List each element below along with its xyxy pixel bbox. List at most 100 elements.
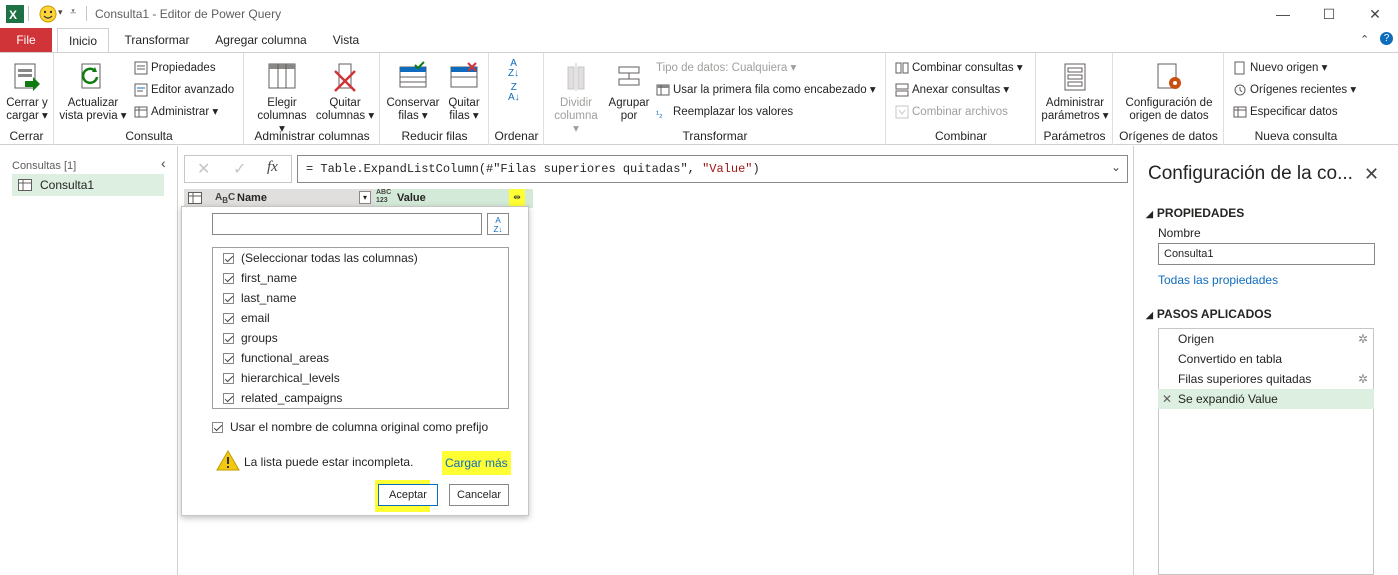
group-origenes: Configuración de origen de datos Orígene… — [1114, 53, 1224, 145]
column-option[interactable]: hierarchical_levels — [223, 368, 340, 388]
checkbox[interactable] — [212, 422, 223, 434]
step-convertido[interactable]: Convertido en tabla — [1158, 349, 1374, 369]
applied-steps-section[interactable]: ◢ PASOS APLICADOS — [1146, 307, 1272, 321]
table-icon — [656, 84, 670, 96]
table-icon — [18, 179, 32, 191]
column-option[interactable]: last_name — [223, 288, 296, 308]
remove-rows-button[interactable]: Quitar filas ▾ — [443, 61, 485, 123]
group-by-button[interactable]: Agrupar por — [605, 61, 653, 123]
help-icon[interactable]: ? — [1380, 32, 1393, 45]
enter-data-button[interactable]: Especificar datos — [1233, 103, 1338, 121]
choose-columns-button[interactable]: Elegir columnas ▾ — [253, 61, 311, 136]
checkbox[interactable] — [223, 273, 234, 285]
data-source-settings-button[interactable]: Configuración de origen de datos — [1120, 61, 1218, 123]
minimize-button[interactable]: — — [1260, 0, 1306, 28]
tab-vista[interactable]: Vista — [324, 28, 368, 52]
checkbox[interactable] — [223, 293, 234, 305]
customize-toolbar-icon[interactable]: ⩡ — [70, 6, 76, 19]
group-label: Transformar — [682, 129, 748, 143]
checkbox[interactable] — [223, 333, 234, 345]
cancel-formula-icon[interactable]: ✕ — [197, 159, 210, 179]
step-se-expandio[interactable]: ✕ Se expandió Value — [1158, 389, 1374, 409]
fx-icon[interactable]: fx — [267, 159, 278, 176]
remove-columns-button[interactable]: Quitar columnas ▾ — [315, 61, 375, 123]
maximize-button[interactable]: ☐ — [1306, 0, 1352, 28]
manage-button[interactable]: Administrar ▾ — [134, 103, 218, 121]
advanced-editor-button[interactable]: Editor avanzado — [134, 81, 234, 99]
checkbox[interactable] — [223, 253, 234, 265]
tab-transformar[interactable]: Transformar — [117, 28, 197, 52]
replace-values-button[interactable]: ¹₂ Reemplazar los valores — [656, 103, 793, 121]
use-prefix-option[interactable]: Usar el nombre de columna original como … — [212, 417, 488, 437]
expand-column-icon[interactable]: ⇹ — [509, 189, 525, 206]
column-option[interactable]: first_name — [223, 268, 297, 288]
ok-button[interactable]: Aceptar — [378, 484, 438, 506]
confirm-formula-icon[interactable]: ✓ — [233, 159, 246, 179]
properties-section[interactable]: ◢ PROPIEDADES — [1146, 206, 1244, 220]
manage-parameters-button[interactable]: Administrar parámetros ▾ — [1041, 61, 1109, 123]
split-column-button[interactable]: Dividir columna ▾ — [551, 61, 601, 136]
close-button[interactable]: ✕ — [1352, 0, 1398, 28]
title-bar: X ▾ ⩡ Consulta1 - Editor de Power Query … — [0, 0, 1398, 28]
refresh-preview-button[interactable]: Actualizar vista previa ▾ — [59, 61, 127, 123]
column-name-header[interactable]: Name — [237, 192, 267, 204]
column-option-label: (Seleccionar todas las columnas) — [241, 251, 418, 265]
column-option[interactable]: related_campaigns — [223, 388, 342, 408]
sort-ascending-button[interactable]: A Z↓ — [508, 59, 519, 79]
query-item-consulta1[interactable]: Consulta1 — [12, 174, 164, 196]
collapse-ribbon-icon[interactable]: ⌃ — [1360, 33, 1369, 46]
keep-rows-button[interactable]: Conservar filas ▾ — [385, 61, 441, 123]
sort-descending-button[interactable]: Z A↓ — [508, 83, 520, 103]
parameters-label-2: parámetros — [1041, 110, 1100, 122]
sort-columns-button[interactable]: A Z↓ — [487, 213, 509, 235]
table-menu-icon[interactable] — [188, 192, 202, 204]
column-option[interactable]: (Seleccionar todas las columnas) — [223, 248, 418, 268]
formula-bar[interactable]: = Table.ExpandListColumn(#"Filas superio… — [297, 155, 1128, 183]
search-columns-input[interactable] — [212, 213, 482, 235]
tab-file[interactable]: File — [0, 28, 52, 52]
combine-files-button[interactable]: Combinar archivos — [895, 103, 1008, 121]
properties-button[interactable]: Propiedades — [134, 59, 216, 77]
tab-inicio[interactable]: Inicio — [57, 28, 109, 53]
append-queries-button[interactable]: Anexar consultas ▾ — [895, 81, 1009, 99]
expand-formula-icon[interactable]: ⌄ — [1111, 160, 1121, 174]
use-first-row-button[interactable]: Usar la primera fila como encabezado ▾ — [656, 81, 876, 99]
merge-queries-label: Combinar consultas — [912, 62, 1014, 74]
cancel-button[interactable]: Cancelar — [449, 484, 509, 506]
checkbox[interactable] — [223, 393, 234, 405]
column-option[interactable]: groups — [223, 328, 278, 348]
chevron-down-icon[interactable]: ▾ — [58, 7, 63, 18]
delete-step-icon[interactable]: ✕ — [1162, 389, 1172, 409]
collapse-pane-icon[interactable]: ‹ — [161, 155, 166, 171]
step-origen[interactable]: Origen ✲ — [1158, 329, 1374, 349]
smiley-icon[interactable] — [39, 5, 57, 23]
keep-rows-label-1: Conservar — [386, 97, 440, 109]
merge-queries-button[interactable]: Combinar consultas ▾ — [895, 59, 1023, 77]
checkbox[interactable] — [223, 313, 234, 325]
filter-name-icon[interactable]: ▾ — [359, 191, 371, 204]
recent-sources-button[interactable]: Orígenes recientes ▾ — [1233, 81, 1356, 99]
any-type-icon[interactable]: ABC 123 — [376, 189, 391, 205]
data-type-dropdown[interactable]: Tipo de datos: Cualquiera ▾ — [656, 59, 796, 77]
checkbox[interactable] — [223, 353, 234, 365]
close-pane-icon[interactable]: ✕ — [1364, 164, 1379, 185]
gear-icon[interactable]: ✲ — [1358, 369, 1368, 389]
step-filas-quitadas[interactable]: Filas superiores quitadas ✲ — [1158, 369, 1374, 389]
text-type-icon[interactable]: ABC — [215, 192, 235, 205]
column-option[interactable]: email — [223, 308, 270, 328]
close-load-button[interactable]: Cerrar y cargar ▾ — [4, 61, 50, 123]
column-value-label: Value — [397, 192, 426, 204]
load-more-link[interactable]: Cargar más — [442, 451, 511, 475]
new-source-button[interactable]: Nuevo origen ▾ — [1233, 59, 1327, 77]
group-cerrar: Cerrar y cargar ▾ Cerrar — [0, 53, 54, 145]
query-settings-pane: Configuración de la co... ✕ ◢ PROPIEDADES… — [1133, 146, 1398, 575]
data-preview: ✕ ✓ fx = Table.ExpandListColumn(#"Filas … — [179, 146, 1133, 575]
all-properties-link[interactable]: Todas las propiedades — [1158, 273, 1278, 287]
query-name-field[interactable]: Consulta1 — [1158, 243, 1375, 265]
collapse-icon: ◢ — [1146, 310, 1153, 320]
column-option[interactable]: functional_areas — [223, 348, 329, 368]
checkbox[interactable] — [223, 373, 234, 385]
tab-agregar-columna[interactable]: Agregar columna — [207, 28, 315, 52]
advanced-editor-icon — [134, 83, 148, 97]
gear-icon[interactable]: ✲ — [1358, 329, 1368, 349]
